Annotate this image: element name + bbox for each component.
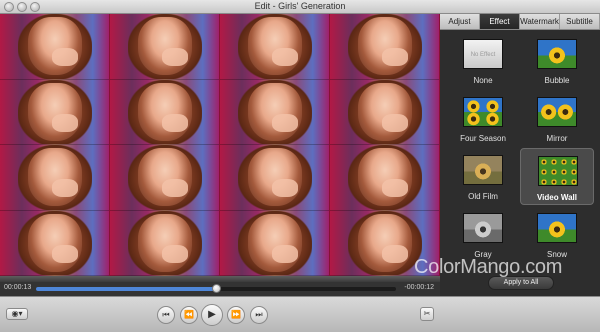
effect-bubble[interactable]: Bubble (520, 32, 594, 89)
face-shape (138, 148, 192, 206)
face-shape (28, 82, 82, 141)
effect-thumbnail (538, 156, 578, 186)
tab-effect[interactable]: Effect (480, 14, 520, 29)
effect-thumbnail (537, 97, 577, 127)
face-shape (138, 17, 192, 75)
effect-video-wall[interactable]: Video Wall (520, 148, 594, 205)
tab-adjust[interactable]: Adjust (440, 14, 480, 29)
effect-thumbnail (537, 39, 577, 69)
settings-panel: Adjust Effect Watermark Subtitle No Effe… (440, 14, 600, 296)
timeline: 00:00:13 -00:00:12 (0, 282, 440, 296)
elapsed-time: 00:00:13 (4, 284, 32, 291)
progress-thumb[interactable] (212, 284, 221, 293)
hand-shape (52, 48, 78, 66)
video-wall-tile (0, 210, 110, 276)
effect-label: Four Season (460, 134, 506, 143)
face-shape (28, 213, 82, 272)
effect-gray[interactable]: Gray (446, 206, 520, 260)
effect-mirror[interactable]: Mirror (520, 90, 594, 147)
camera-icon[interactable]: ◉▾ (6, 308, 28, 320)
window-title: Edit - Girls' Generation (254, 1, 346, 11)
effect-thumbnail (463, 97, 503, 127)
face-shape (248, 17, 302, 75)
effect-label: Old Film (468, 192, 498, 201)
video-wall-tile (220, 145, 330, 211)
face-shape (358, 82, 412, 141)
tab-bar: Adjust Effect Watermark Subtitle (440, 14, 600, 30)
video-wall-tile (330, 145, 440, 211)
effect-label: Bubble (544, 76, 570, 85)
playback-toolbar: ◉▾ ⏮ ⏪ ▶ ⏩ ⏭ ✂ (0, 296, 600, 332)
hand-shape (162, 48, 188, 66)
video-wall-tile (220, 210, 330, 276)
face-shape (358, 148, 412, 206)
effect-four-season[interactable]: Four Season (446, 90, 520, 147)
hand-shape (272, 179, 298, 197)
effect-thumbnail (537, 213, 577, 243)
face-shape (358, 17, 412, 75)
video-preview (0, 14, 440, 276)
hand-shape (382, 113, 408, 132)
skip-end-icon[interactable]: ⏭ (250, 306, 268, 324)
effect-thumbnail: No Effect (463, 39, 503, 69)
skip-start-icon[interactable]: ⏮ (157, 306, 175, 324)
effect-old-film[interactable]: Old Film (446, 148, 520, 205)
hand-shape (52, 113, 78, 132)
video-wall-tile (0, 14, 110, 80)
face-shape (248, 213, 302, 272)
remaining-time: -00:00:12 (404, 284, 434, 291)
hand-shape (382, 179, 408, 197)
video-wall-tile (0, 145, 110, 211)
hand-shape (162, 179, 188, 197)
effect-label: Mirror (546, 134, 568, 143)
hand-shape (52, 244, 78, 263)
video-wall-tile (330, 14, 440, 80)
rewind-icon[interactable]: ⏪ (180, 306, 198, 324)
progress-slider[interactable] (36, 284, 396, 293)
video-wall-tile (110, 210, 220, 276)
face-shape (138, 213, 192, 272)
effect-thumbnail (463, 155, 503, 185)
hand-shape (52, 179, 78, 197)
effect-label: Video Wall (536, 193, 577, 202)
tab-subtitle[interactable]: Subtitle (560, 14, 600, 29)
hand-shape (272, 244, 298, 263)
effect-none[interactable]: No Effect None (446, 32, 520, 89)
hand-shape (272, 48, 298, 66)
video-wall-tile (220, 79, 330, 145)
watermark-text: ColorMango.com (414, 256, 563, 278)
fast-forward-icon[interactable]: ⏩ (227, 306, 245, 324)
video-wall-tile (220, 14, 330, 80)
title-bar: Edit - Girls' Generation (0, 0, 600, 14)
face-shape (138, 82, 192, 141)
video-wall-tile (110, 79, 220, 145)
scissors-icon[interactable]: ✂ (420, 307, 434, 321)
effects-grid: No Effect None Bubble Four Season Mirror Old … (440, 32, 600, 260)
effect-thumbnail (463, 213, 503, 243)
effect-snow[interactable]: Snow (520, 206, 594, 260)
hand-shape (382, 48, 408, 66)
hand-shape (272, 113, 298, 132)
progress-fill (36, 287, 216, 291)
video-wall-tile (110, 145, 220, 211)
effect-label: None (473, 76, 493, 85)
hand-shape (162, 244, 188, 263)
video-wall-tile (0, 79, 110, 145)
tab-watermark[interactable]: Watermark (520, 14, 560, 29)
video-wall-tile (330, 79, 440, 145)
face-shape (248, 82, 302, 141)
hand-shape (162, 113, 188, 132)
face-shape (358, 213, 412, 272)
face-shape (248, 148, 302, 206)
face-shape (28, 17, 82, 75)
face-shape (28, 148, 82, 206)
video-wall-tile (110, 14, 220, 80)
play-icon[interactable]: ▶ (201, 304, 223, 326)
hand-shape (382, 244, 408, 263)
